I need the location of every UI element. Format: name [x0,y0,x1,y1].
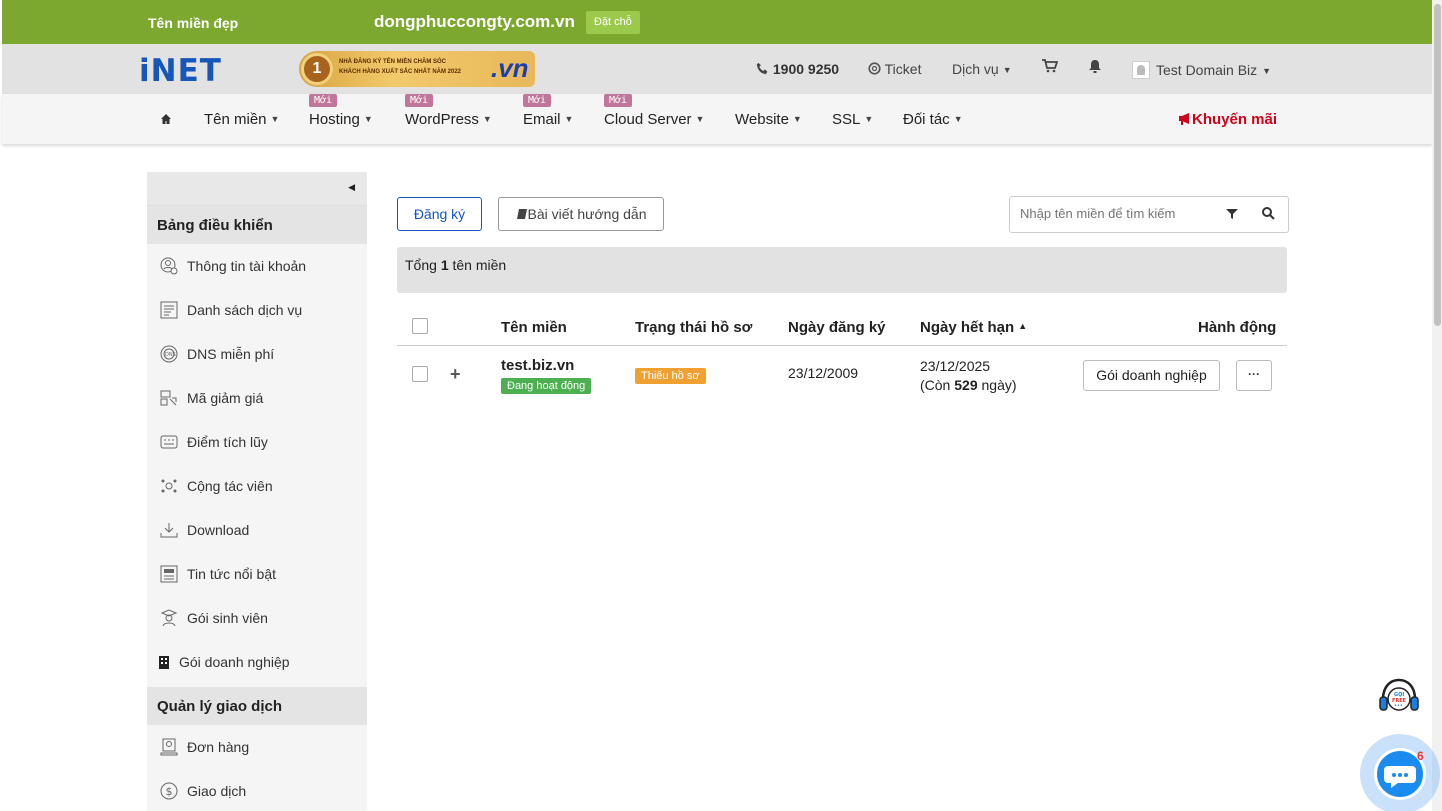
register-button[interactable]: Đăng ký [397,197,482,231]
svg-text:•••: ••• [1394,703,1403,709]
new-badge: Mới [405,94,434,107]
network-icon [159,476,179,496]
profile-badge: Thiếu hồ sơ [635,368,706,384]
select-all-checkbox[interactable] [412,318,428,334]
chat-widget[interactable]: 6 [1360,734,1440,811]
business-package-button[interactable]: Gói doanh nghiệp [1083,360,1220,391]
promotions-link[interactable]: Khuyến mãi [1178,111,1277,128]
sidebar-item-account[interactable]: Thông tin tài khoản [147,244,367,288]
nav-ssl[interactable]: SSL ▼ [832,111,873,128]
guide-button[interactable]: Bài viết hướng dẫn [498,197,664,231]
svg-text:$: $ [166,785,173,798]
newspaper-icon [159,564,179,584]
vn-logo: .vn [491,53,529,83]
nav-wordpress[interactable]: Mới WordPress ▼ [405,94,492,128]
user-menu[interactable]: Test Domain Biz ▼ [1132,61,1271,79]
column-domain[interactable]: Tên miền [501,319,567,336]
sidebar-item-business[interactable]: Gói doanh nghiệp [147,640,367,684]
sidebar-item-dns[interactable]: DNS DNS miễn phí [147,332,367,376]
caret-down-icon: ▼ [1262,66,1272,76]
avatar [1132,61,1150,79]
header: iNET 1 NHÀ ĐĂNG KÝ TÊN MIỀN CHĂM SÓC KHÁ… [2,44,1432,94]
column-expires[interactable]: Ngày hết hạn ▲ [920,319,1027,336]
hotline[interactable]: 1900 9250 [756,61,839,77]
student-icon [159,608,179,628]
cart-icon[interactable] [1042,59,1059,76]
sidebar-item-orders[interactable]: Đơn hàng [147,725,367,769]
filter-icon[interactable] [1226,207,1238,223]
sidebar-section-dashboard: Bảng điều khiển [147,206,367,244]
building-icon [157,652,171,672]
sidebar-item-student[interactable]: Gói sinh viên [147,596,367,640]
registered-date: 23/12/2009 [788,365,859,381]
list-icon [159,300,179,320]
expand-icon[interactable]: + [450,364,461,385]
sidebar-item-affiliate[interactable]: Cộng tác viên [147,464,367,508]
svg-text:DNS: DNS [165,352,176,358]
nav-cloud-server[interactable]: Mới Cloud Server ▼ [604,94,704,128]
scrollbar-thumb[interactable] [1434,4,1441,326]
nav-website[interactable]: Website ▼ [735,111,802,128]
headset-icon: GỌI FREE ••• [1379,678,1419,711]
search-icon[interactable] [1262,207,1275,223]
account-icon [159,256,179,276]
sidebar-item-news[interactable]: Tin tức nổi bật [147,552,367,596]
home-icon[interactable] [160,112,172,128]
coupon-icon [159,388,179,408]
sidebar-item-coupons[interactable]: Mã giảm giá [147,376,367,420]
caret-down-icon: ▼ [1002,65,1012,75]
column-profile-status[interactable]: Trạng thái hồ sơ [635,319,752,336]
status-badge: Đang hoạt động [501,378,592,394]
lifebuoy-icon [868,62,881,75]
services-dropdown[interactable]: Dịch vụ ▼ [952,61,1012,77]
new-badge: Mới [604,94,633,107]
dollar-icon: $ [159,781,179,801]
sidebar-item-points[interactable]: Điểm tích lũy [147,420,367,464]
inet-logo[interactable]: iNET [139,53,222,89]
row-checkbox[interactable] [412,366,428,382]
sidebar: ◀ Bảng điều khiển Thông tin tài khoản Da… [147,172,367,811]
expiry-date: 23/12/2025 (Còn 529 ngày) [920,358,1017,393]
column-actions: Hành động [1198,319,1277,336]
bell-icon[interactable] [1088,59,1102,76]
award-text: NHÀ ĐĂNG KÝ TÊN MIỀN CHĂM SÓC KHÁCH HÀNG… [339,59,462,75]
more-actions-button[interactable]: ··· [1236,360,1272,391]
new-badge: Mới [309,94,338,107]
promo-domain[interactable]: dongphuccongty.com.vn [374,12,575,32]
book-icon [516,209,527,219]
points-card-icon [159,432,179,452]
domain-name[interactable]: test.biz.vn [501,357,574,374]
divider [397,345,1287,346]
dns-icon: DNS [159,344,179,364]
megaphone-icon [1179,113,1189,125]
sidebar-item-download[interactable]: Download [147,508,367,552]
order-icon [159,737,179,757]
main-nav: Tên miền ▼ Mới Hosting ▼ Mới WordPress ▼ Mới E… [2,94,1432,144]
sidebar-item-services[interactable]: Danh sách dịch vụ [147,288,367,332]
total-summary: Tổng 1 tên miền [397,247,1287,293]
chat-count-badge: 6 [1417,749,1424,763]
search-input[interactable] [1020,206,1220,221]
new-badge: Mới [523,94,552,107]
domain-search [1009,196,1289,233]
sidebar-item-transactions[interactable]: $ Giao dịch [147,769,367,811]
promo-bar: Tên miền đẹp dongphuccongty.com.vn Đặt c… [2,0,1432,44]
column-registered[interactable]: Ngày đăng ký [788,319,886,336]
nav-email[interactable]: Mới Email ▼ [523,94,573,128]
promo-label: Tên miền đẹp [148,15,239,31]
reserve-button[interactable]: Đặt chỗ [586,11,640,34]
nav-domains[interactable]: Tên miền ▼ [204,111,279,128]
award-banner[interactable]: 1 NHÀ ĐĂNG KÝ TÊN MIỀN CHĂM SÓC KHÁCH HÀ… [299,51,535,87]
free-call-widget[interactable]: GỌI FREE ••• [1377,675,1421,719]
nav-hosting[interactable]: Mới Hosting ▼ [309,94,373,128]
medal-icon: 1 [301,53,333,85]
sidebar-collapse-button[interactable]: ◀ [147,172,367,206]
caret-left-icon: ◀ [348,182,355,192]
nav-partners[interactable]: Đối tác ▼ [903,111,963,128]
download-icon [159,520,179,540]
sidebar-section-transactions: Quản lý giao dịch [147,687,367,725]
phone-icon [756,62,768,75]
ticket-link[interactable]: Ticket [868,61,921,77]
sort-up-icon: ▲ [1018,321,1028,331]
